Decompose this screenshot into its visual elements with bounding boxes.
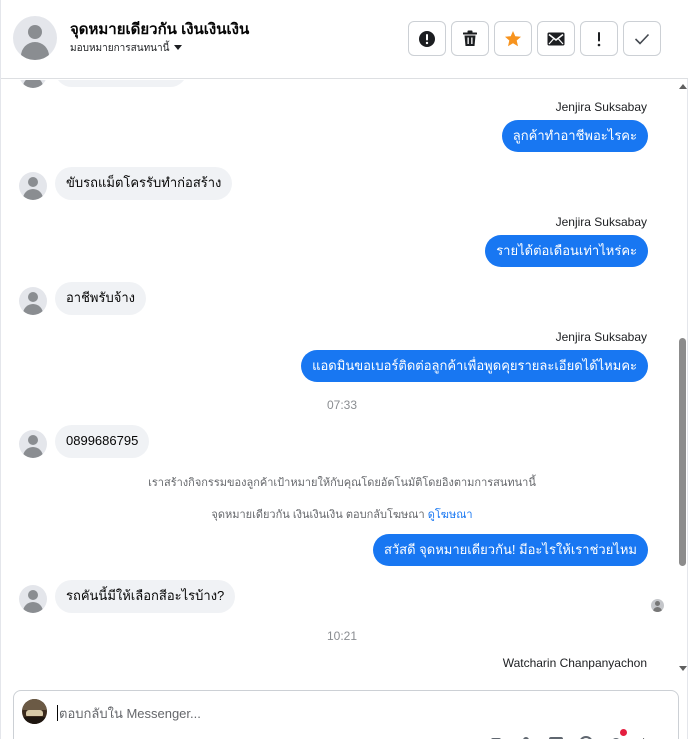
alert-circle-icon	[419, 30, 435, 47]
conversation-panel: จุดหมายเดียวกัน เงินเงินเงิน มอบหมายการส…	[0, 0, 688, 739]
message-bubble-outgoing[interactable]: ลูกค้าทำอาชีพอะไรคะ	[501, 120, 648, 152]
system-notice-ad-reply: จุดหมายเดียวกัน เงินเงินเงิน ตอบกลับโฆษณ…	[1, 505, 677, 523]
message-scrollbar[interactable]	[677, 80, 687, 680]
contact-avatar-small[interactable]	[19, 287, 47, 315]
exclamation-icon	[597, 31, 601, 46]
ad-reply-text: จุดหมายเดียวกัน เงินเงินเงิน ตอบกลับโฆษณ…	[211, 509, 425, 521]
mark-done-button[interactable]	[623, 21, 661, 56]
assign-conversation-dropdown[interactable]: มอบหมายการสนทนานี้	[70, 41, 183, 56]
thumbs-up-icon[interactable]	[488, 733, 504, 739]
envelope-icon	[547, 32, 565, 45]
contact-name[interactable]: จุดหมายเดียวกัน เงินเงินเงิน	[70, 17, 249, 41]
delete-button[interactable]	[451, 21, 489, 56]
sender-name: Watcharin Chanpanyachon	[502, 656, 647, 670]
message-bubble-cut-off	[55, 80, 187, 87]
seen-avatar-icon	[651, 599, 664, 612]
contact-avatar-small[interactable]	[19, 172, 47, 200]
message-bubble-outgoing[interactable]: สวัสดี จุดหมายเดียวกัน! มีอะไรให้เราช่วย…	[372, 534, 648, 566]
sender-name: Jenjira Suksabay	[555, 215, 647, 229]
contact-avatar-small	[19, 80, 47, 88]
star-button[interactable]	[494, 21, 532, 56]
header-actions	[408, 21, 661, 56]
reply-input[interactable]	[57, 705, 597, 721]
trash-icon	[463, 30, 477, 46]
view-ad-link[interactable]: ดูโฆษณา	[428, 509, 473, 521]
system-notice-lead-activity: เราสร้างกิจกรรมของลูกค้าเป้าหมายให้กับคุ…	[148, 477, 536, 489]
attachment-icon[interactable]	[518, 733, 534, 739]
notification-icon[interactable]	[608, 729, 627, 739]
contact-avatar-small[interactable]	[19, 430, 47, 458]
spam-button[interactable]	[408, 21, 446, 56]
message-bubble-incoming[interactable]: อาชีพรับจ้าง	[55, 282, 146, 315]
message-timestamp: 07:33	[326, 398, 358, 412]
message-bubble-outgoing[interactable]: รายได้ต่อเดือนเท่าไหร่คะ	[485, 235, 648, 267]
assign-conversation-label: มอบหมายการสนทนานี้	[70, 43, 170, 54]
composer-tools	[488, 729, 654, 739]
follow-up-button[interactable]	[580, 21, 618, 56]
contact-avatar[interactable]	[13, 16, 57, 60]
page-avatar	[22, 699, 47, 724]
scroll-up-arrow-icon[interactable]	[679, 84, 687, 89]
sender-name: Jenjira Suksabay	[555, 330, 647, 344]
message-bubble-incoming[interactable]: รถคันนี้มีให้เลือกสีอะไรบ้าง?	[55, 580, 236, 613]
mark-unread-button[interactable]	[537, 21, 575, 56]
message-bubble-incoming[interactable]: 0899686795	[55, 425, 150, 458]
sender-name: Jenjira Suksabay	[555, 100, 647, 114]
image-icon[interactable]	[548, 733, 564, 739]
conversation-header: จุดหมายเดียวกัน เงินเงินเงิน มอบหมายการส…	[1, 0, 688, 79]
scroll-down-arrow-icon[interactable]	[679, 666, 687, 671]
star-icon	[505, 30, 521, 46]
send-icon[interactable]	[638, 733, 654, 739]
message-bubble-outgoing[interactable]: แอดมินขอเบอร์ติดต่อลูกค้าเพื่อพูดคุยรายล…	[301, 350, 648, 382]
contact-avatar-small[interactable]	[19, 585, 47, 613]
caret-down-icon	[174, 45, 183, 50]
message-timestamp: 10:21	[326, 629, 358, 643]
scroll-thumb[interactable]	[679, 338, 686, 566]
reply-composer	[13, 690, 679, 739]
notification-dot	[620, 729, 627, 736]
emoji-icon[interactable]	[578, 733, 594, 739]
message-bubble-incoming[interactable]: ขับรถแม็ตโครรับทำก่อสร้าง	[55, 167, 233, 200]
checkmark-icon	[634, 33, 650, 45]
message-thread: Jenjira Suksabay ลูกค้าทำอาชีพอะไรคะ ขับ…	[1, 80, 677, 682]
